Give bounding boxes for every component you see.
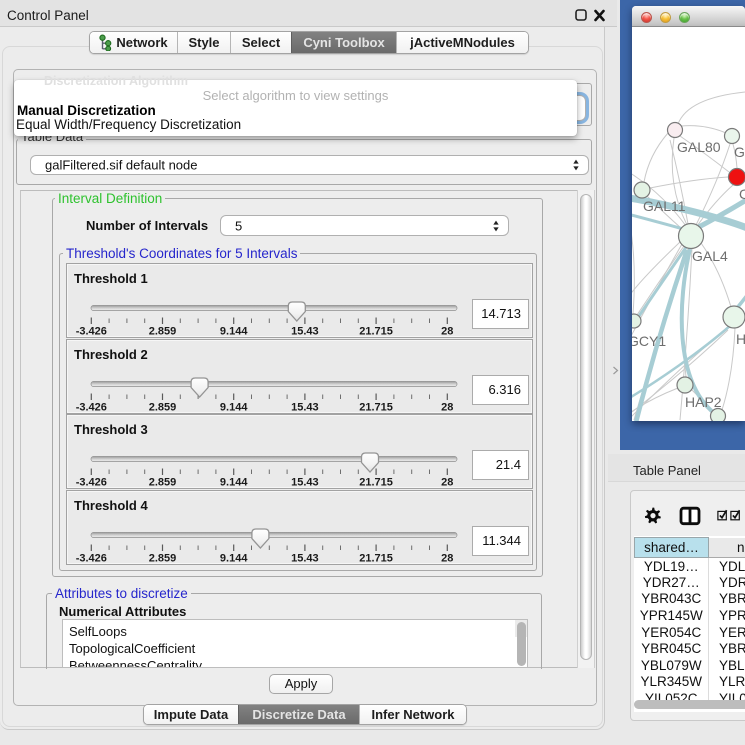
svg-text:28: 28 [441, 477, 453, 489]
svg-text:15.43: 15.43 [291, 477, 319, 489]
svg-text:H: H [736, 331, 745, 347]
svg-text:21.715: 21.715 [359, 553, 393, 565]
svg-text:15.43: 15.43 [291, 401, 319, 413]
svg-text:-3.426: -3.426 [76, 477, 107, 489]
svg-text:GAL4: GAL4 [692, 248, 728, 264]
svg-text:9.144: 9.144 [220, 553, 248, 565]
svg-text:GCY1: GCY1 [632, 333, 666, 349]
svg-text:2.859: 2.859 [149, 401, 177, 413]
svg-text:21.715: 21.715 [359, 477, 393, 489]
svg-text:GAL11: GAL11 [643, 198, 686, 214]
svg-text:C: C [739, 186, 745, 202]
svg-text:2.859: 2.859 [149, 326, 177, 338]
svg-text:2.859: 2.859 [149, 553, 177, 565]
svg-text:28: 28 [441, 401, 453, 413]
svg-text:9.144: 9.144 [220, 401, 248, 413]
svg-text:-3.426: -3.426 [76, 326, 107, 338]
svg-text:2.859: 2.859 [149, 477, 177, 489]
svg-text:-3.426: -3.426 [76, 401, 107, 413]
svg-text:21.715: 21.715 [359, 401, 393, 413]
svg-text:GAL80: GAL80 [677, 139, 721, 155]
svg-text:15.43: 15.43 [291, 326, 319, 338]
svg-text:28: 28 [441, 326, 453, 338]
svg-text:15.43: 15.43 [291, 553, 319, 565]
svg-text:28: 28 [441, 553, 453, 565]
svg-text:21.715: 21.715 [359, 326, 393, 338]
svg-text:HAP2: HAP2 [685, 394, 722, 410]
svg-text:9.144: 9.144 [220, 326, 248, 338]
svg-text:-3.426: -3.426 [76, 553, 107, 565]
svg-text:G.: G. [734, 144, 745, 160]
svg-text:9.144: 9.144 [220, 477, 248, 489]
